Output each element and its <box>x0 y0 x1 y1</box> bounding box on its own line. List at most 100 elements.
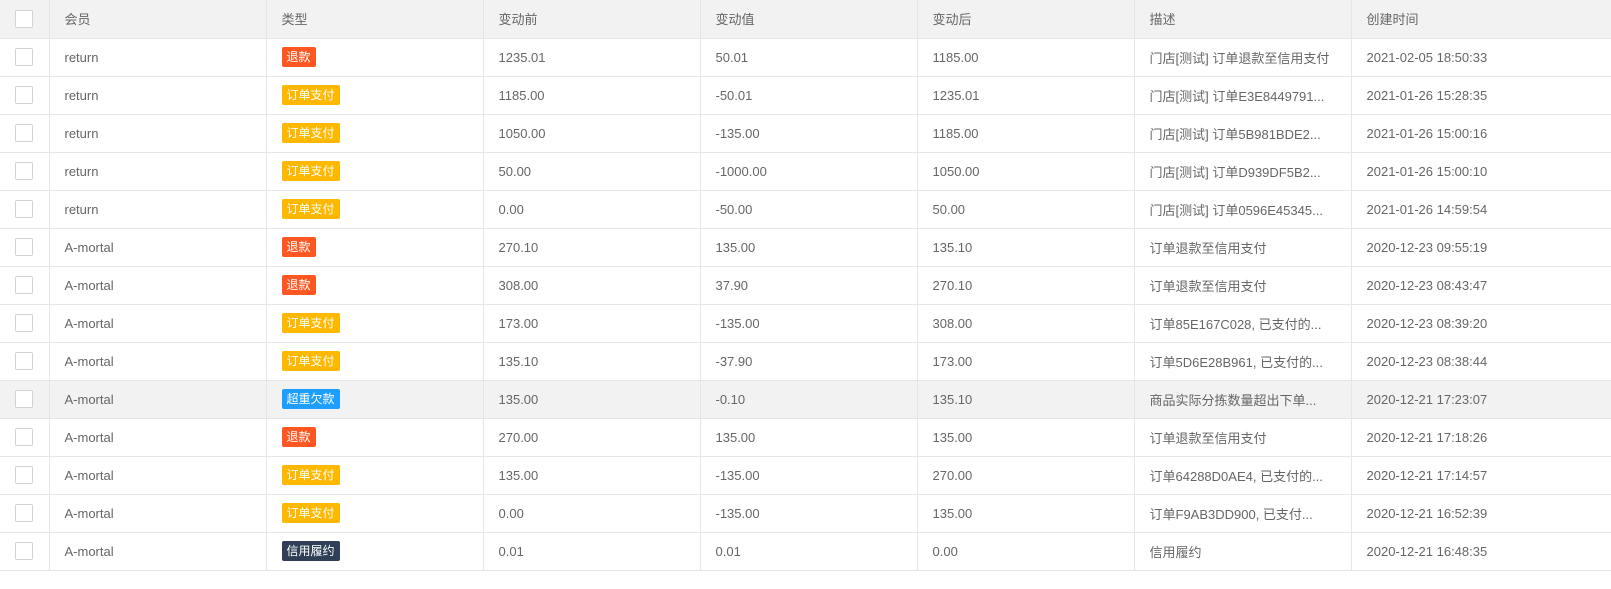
cell-before: 50.00 <box>483 152 701 191</box>
row-select-cell <box>0 304 50 343</box>
cell-description: 信用履约 <box>1134 532 1352 571</box>
cell-after: 0.00 <box>917 532 1135 571</box>
type-tag: 订单支付 <box>281 351 340 371</box>
cell-type: 订单支付 <box>266 494 484 533</box>
table-row[interactable]: return 订单支付 50.00 -1000.00 1050.00 门店[测试] 订单D… <box>0 152 1611 191</box>
cell-type: 订单支付 <box>266 114 484 153</box>
cell-before: 135.00 <box>483 456 701 495</box>
cell-created-time: 2020-12-23 08:39:20 <box>1351 304 1611 343</box>
row-select-cell <box>0 76 50 115</box>
table-row[interactable]: A-mortal 退款 270.10 135.00 135.10 订单退款至信用支付 202… <box>0 228 1611 267</box>
row-checkbox[interactable] <box>15 86 34 104</box>
cell-created-time: 2021-01-26 14:59:54 <box>1351 190 1611 229</box>
cell-member: A-mortal <box>49 418 267 457</box>
cell-description: 门店[测试] 订单退款至信用支付 <box>1134 38 1352 77</box>
cell-after: 270.00 <box>917 456 1135 495</box>
row-select-cell <box>0 114 50 153</box>
cell-type: 订单支付 <box>266 304 484 343</box>
type-tag: 退款 <box>281 237 316 257</box>
cell-created-time: 2021-01-26 15:00:10 <box>1351 152 1611 191</box>
cell-type: 订单支付 <box>266 152 484 191</box>
cell-description: 订单退款至信用支付 <box>1134 266 1352 305</box>
cell-type: 订单支付 <box>266 190 484 229</box>
header-before: 变动前 <box>483 0 701 39</box>
cell-description: 门店[测试] 订单5B981BDE2... <box>1134 114 1352 153</box>
cell-change: -37.90 <box>700 342 918 381</box>
table-row[interactable]: return 订单支付 1185.00 -50.01 1235.01 门店[测试] 订单E… <box>0 76 1611 115</box>
cell-type: 超重欠款 <box>266 380 484 419</box>
cell-member: A-mortal <box>49 304 267 343</box>
type-tag: 订单支付 <box>281 199 340 219</box>
header-after: 变动后 <box>917 0 1135 39</box>
table-row[interactable]: return 订单支付 1050.00 -135.00 1185.00 门店[测试] 订单… <box>0 114 1611 153</box>
table-row[interactable]: A-mortal 退款 270.00 135.00 135.00 订单退款至信用支付 202… <box>0 418 1611 457</box>
cell-type: 退款 <box>266 38 484 77</box>
cell-description: 门店[测试] 订单E3E8449791... <box>1134 76 1352 115</box>
row-checkbox[interactable] <box>15 314 34 332</box>
row-checkbox[interactable] <box>15 352 34 370</box>
cell-member: return <box>49 76 267 115</box>
cell-after: 1050.00 <box>917 152 1135 191</box>
row-checkbox[interactable] <box>15 542 34 560</box>
cell-member: A-mortal <box>49 532 267 571</box>
cell-after: 1235.01 <box>917 76 1135 115</box>
cell-before: 270.10 <box>483 228 701 267</box>
cell-member: return <box>49 38 267 77</box>
cell-member: return <box>49 190 267 229</box>
cell-description: 订单85E167C028, 已支付的... <box>1134 304 1352 343</box>
table-row[interactable]: return 退款 1235.01 50.01 1185.00 门店[测试] 订单退款至信… <box>0 38 1611 77</box>
row-checkbox[interactable] <box>15 124 34 142</box>
table-row[interactable]: A-mortal 订单支付 173.00 -135.00 308.00 订单85E167C… <box>0 304 1611 343</box>
cell-member: return <box>49 152 267 191</box>
row-select-cell <box>0 228 50 267</box>
row-checkbox[interactable] <box>15 390 34 408</box>
cell-after: 270.10 <box>917 266 1135 305</box>
select-all-cell <box>0 0 50 39</box>
table-row[interactable]: return 订单支付 0.00 -50.00 50.00 门店[测试] 订单0596E4… <box>0 190 1611 229</box>
cell-type: 订单支付 <box>266 342 484 381</box>
cell-created-time: 2020-12-23 09:55:19 <box>1351 228 1611 267</box>
cell-after: 135.00 <box>917 494 1135 533</box>
header-change: 变动值 <box>700 0 918 39</box>
cell-description: 门店[测试] 订单0596E45345... <box>1134 190 1352 229</box>
row-select-cell <box>0 38 50 77</box>
cell-change: -135.00 <box>700 114 918 153</box>
row-select-cell <box>0 456 50 495</box>
cell-description: 门店[测试] 订单D939DF5B2... <box>1134 152 1352 191</box>
cell-after: 135.10 <box>917 380 1135 419</box>
type-tag: 订单支付 <box>281 313 340 333</box>
table-row[interactable]: A-mortal 超重欠款 135.00 -0.10 135.10 商品实际分拣数量超出下… <box>0 380 1611 419</box>
type-tag: 订单支付 <box>281 161 340 181</box>
row-select-cell <box>0 380 50 419</box>
header-type: 类型 <box>266 0 484 39</box>
table-row[interactable]: A-mortal 订单支付 135.10 -37.90 173.00 订单5D6E28B9… <box>0 342 1611 381</box>
cell-before: 0.00 <box>483 190 701 229</box>
table-row[interactable]: A-mortal 退款 308.00 37.90 270.10 订单退款至信用支付 2020… <box>0 266 1611 305</box>
cell-change: 135.00 <box>700 228 918 267</box>
row-checkbox[interactable] <box>15 48 34 66</box>
select-all-checkbox[interactable] <box>15 9 34 28</box>
cell-after: 173.00 <box>917 342 1135 381</box>
cell-before: 0.00 <box>483 494 701 533</box>
cell-before: 1050.00 <box>483 114 701 153</box>
row-checkbox[interactable] <box>15 276 34 294</box>
row-checkbox[interactable] <box>15 428 34 446</box>
table-row[interactable]: A-mortal 订单支付 0.00 -135.00 135.00 订单F9AB3DD90… <box>0 494 1611 533</box>
cell-member: A-mortal <box>49 380 267 419</box>
row-checkbox[interactable] <box>15 504 34 522</box>
row-checkbox[interactable] <box>15 200 34 218</box>
cell-change: 135.00 <box>700 418 918 457</box>
table-row[interactable]: A-mortal 订单支付 135.00 -135.00 270.00 订单64288D0… <box>0 456 1611 495</box>
row-checkbox[interactable] <box>15 466 34 484</box>
cell-type: 订单支付 <box>266 76 484 115</box>
cell-after: 308.00 <box>917 304 1135 343</box>
header-row: 会员 类型 变动前 变动值 变动后 描述 创建时间 <box>0 0 1611 39</box>
row-checkbox[interactable] <box>15 238 34 256</box>
cell-change: -50.01 <box>700 76 918 115</box>
cell-description: 商品实际分拣数量超出下单... <box>1134 380 1352 419</box>
cell-after: 135.00 <box>917 418 1135 457</box>
table-row[interactable]: A-mortal 信用履约 0.01 0.01 0.00 信用履约 2020-12-21 1… <box>0 532 1611 571</box>
cell-before: 0.01 <box>483 532 701 571</box>
type-tag: 订单支付 <box>281 503 340 523</box>
row-checkbox[interactable] <box>15 162 34 180</box>
